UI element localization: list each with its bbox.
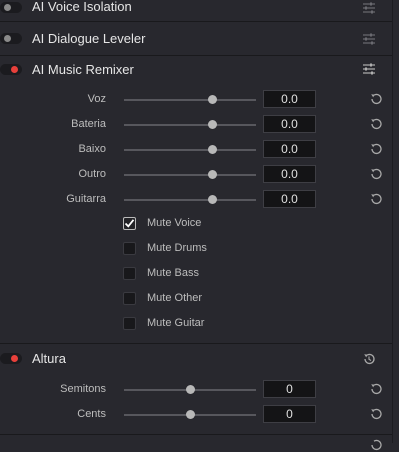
mute-drums-label: Mute Drums [147, 242, 207, 254]
slider-thumb[interactable] [186, 385, 195, 394]
panel-right-border [392, 0, 393, 443]
param-value-field[interactable]: 0 [263, 405, 316, 423]
param-label: Baixo [78, 143, 106, 155]
dialogue-leveler-toggle[interactable] [0, 33, 22, 44]
param-value-field[interactable]: 0 [263, 380, 316, 398]
toggle-knob [11, 355, 18, 362]
effect-header-dialogue-leveler: AI Dialogue Leveler [0, 22, 392, 55]
param-slider[interactable] [124, 95, 256, 104]
effect-header-altura: Altura [0, 344, 392, 374]
param-label: Outro [78, 168, 106, 180]
reset-icon[interactable] [369, 117, 383, 131]
param-label: Guitarra [66, 193, 106, 205]
music-remixer-toggle[interactable] [0, 64, 22, 75]
effect-header-music-remixer: AI Music Remixer [0, 56, 392, 86]
sliders-icon[interactable] [362, 1, 376, 15]
reset-icon[interactable] [369, 192, 383, 206]
reset-history-icon[interactable] [362, 352, 376, 366]
param-value-field[interactable]: 0.0 [263, 115, 316, 133]
slider-thumb[interactable] [208, 120, 217, 129]
param-row-outro: Outro 0.0 [0, 164, 392, 184]
param-label: Semitons [60, 383, 106, 395]
param-slider[interactable] [124, 385, 256, 394]
reset-icon[interactable] [369, 142, 383, 156]
mute-voice-label: Mute Voice [147, 217, 202, 229]
param-slider[interactable] [124, 195, 256, 204]
sliders-icon[interactable] [362, 32, 376, 46]
param-value-field[interactable]: 0.0 [263, 90, 316, 108]
effect-title: Altura [32, 351, 66, 366]
param-label: Voz [87, 93, 106, 105]
mute-bass-label: Mute Bass [147, 267, 199, 279]
effect-title: AI Voice Isolation [32, 0, 132, 14]
param-row-cents: Cents 0 [0, 404, 392, 424]
effect-title: AI Dialogue Leveler [32, 31, 146, 46]
mute-guitar-checkbox[interactable] [123, 317, 136, 330]
slider-thumb[interactable] [208, 170, 217, 179]
mute-bass-checkbox[interactable] [123, 267, 136, 280]
toggle-knob [4, 4, 11, 11]
reset-icon[interactable] [369, 382, 383, 396]
param-row-semitons: Semitons 0 [0, 379, 392, 399]
reset-icon[interactable] [369, 438, 383, 452]
reset-icon[interactable] [369, 92, 383, 106]
param-row-guitarra: Guitarra 0.0 [0, 189, 392, 209]
param-row-bateria: Bateria 0.0 [0, 114, 392, 134]
param-label: Bateria [71, 118, 106, 130]
param-value-field[interactable]: 0.0 [263, 140, 316, 158]
param-slider[interactable] [124, 170, 256, 179]
mute-other-label: Mute Other [147, 292, 203, 304]
param-slider[interactable] [124, 145, 256, 154]
param-value-field[interactable]: 0.0 [263, 165, 316, 183]
mute-voice-checkbox[interactable] [123, 217, 136, 230]
slider-thumb[interactable] [208, 95, 217, 104]
param-label: Cents [77, 408, 106, 420]
effect-header-voice-isolation: AI Voice Isolation [0, 0, 392, 16]
slider-thumb[interactable] [186, 410, 195, 419]
param-slider[interactable] [124, 410, 256, 419]
param-row-voz: Voz 0.0 [0, 89, 392, 109]
reset-icon[interactable] [369, 407, 383, 421]
toggle-knob [4, 35, 11, 42]
mute-drums-checkbox[interactable] [123, 242, 136, 255]
param-row-baixo: Baixo 0.0 [0, 139, 392, 159]
sliders-icon[interactable] [362, 62, 376, 76]
param-value-field[interactable]: 0.0 [263, 190, 316, 208]
slider-thumb[interactable] [208, 195, 217, 204]
mute-other-checkbox[interactable] [123, 292, 136, 305]
toggle-knob [11, 66, 18, 73]
altura-toggle[interactable] [0, 353, 22, 364]
param-slider[interactable] [124, 120, 256, 129]
slider-thumb[interactable] [208, 145, 217, 154]
mute-guitar-label: Mute Guitar [147, 317, 205, 329]
reset-icon[interactable] [369, 167, 383, 181]
voice-isolation-toggle[interactable] [0, 2, 22, 13]
checkmark-icon [124, 219, 135, 228]
effect-title: AI Music Remixer [32, 62, 134, 77]
